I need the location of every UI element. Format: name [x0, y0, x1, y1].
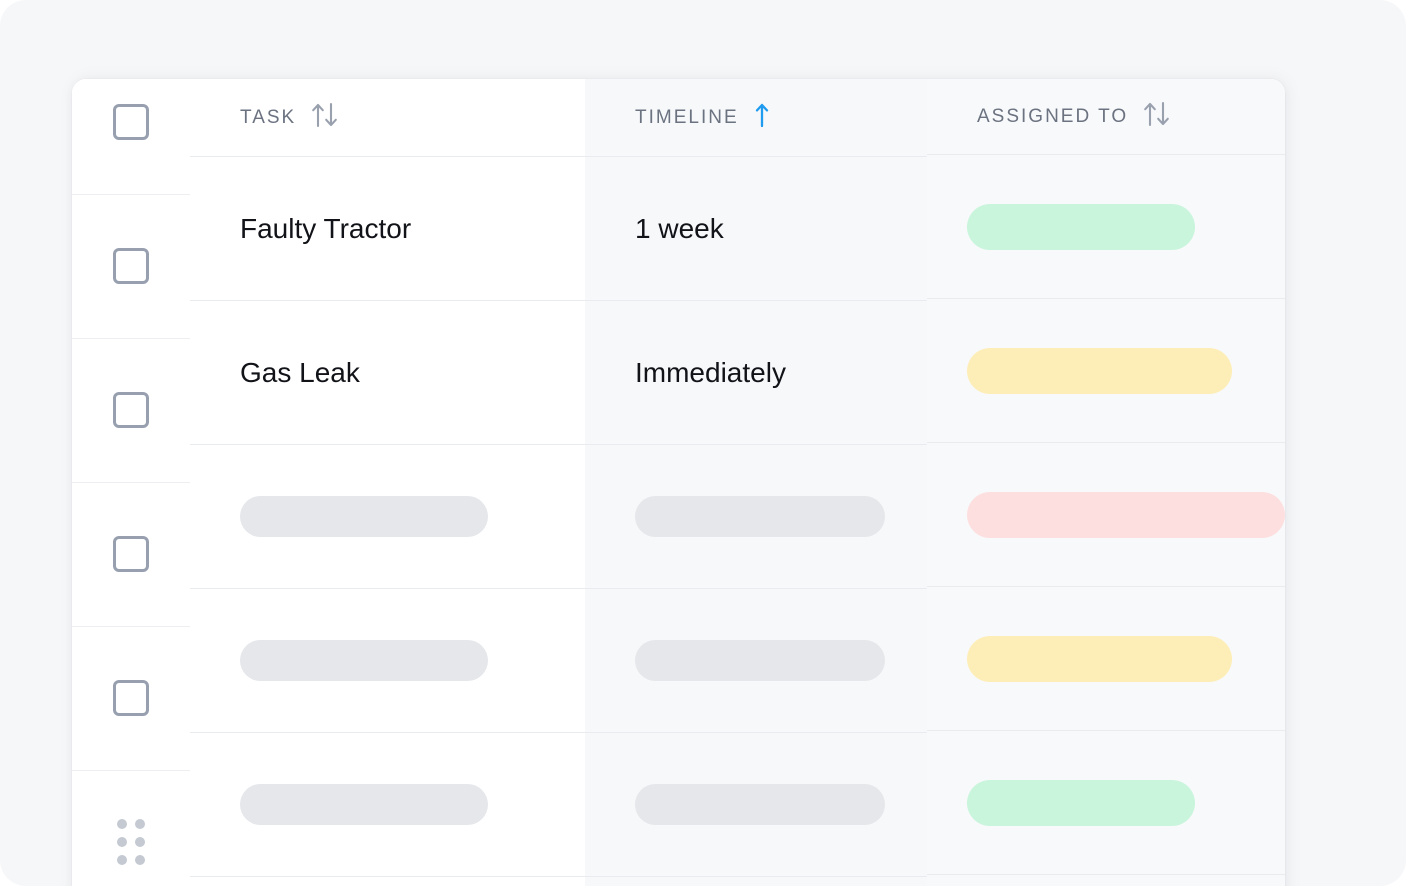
- task-placeholder-bar: [240, 640, 488, 681]
- task-table-card: TASK TIMELINE ASSIGNED TO Faulty Tractor…: [72, 79, 1285, 886]
- task-name: Faulty Tractor: [240, 212, 412, 244]
- row-select-checkbox[interactable]: [113, 536, 149, 572]
- table-cell-timeline[interactable]: [585, 589, 927, 733]
- select-cell[interactable]: [72, 626, 190, 771]
- row-select-checkbox[interactable]: [113, 392, 149, 428]
- timeline-placeholder-bar: [635, 784, 885, 825]
- app-canvas: TASK TIMELINE ASSIGNED TO Faulty Tractor…: [0, 0, 1406, 886]
- timeline-placeholder-bar: [635, 496, 885, 537]
- task-name: Gas Leak: [240, 356, 360, 388]
- table-cell-timeline[interactable]: [585, 733, 927, 877]
- sort-both-icon[interactable]: [1142, 100, 1172, 133]
- column-header-assigned-to[interactable]: ASSIGNED TO: [927, 79, 1285, 155]
- table-cell-assigned-to[interactable]: [927, 731, 1285, 875]
- table-cell-timeline[interactable]: 1 week: [585, 157, 927, 301]
- table-cell-task[interactable]: [190, 445, 585, 589]
- task-table-grid: TASK TIMELINE ASSIGNED TO Faulty Tractor…: [190, 79, 1285, 886]
- assignee-pill[interactable]: [967, 491, 1285, 538]
- table-cell-timeline[interactable]: Immediately: [585, 301, 927, 445]
- column-header-label: TASK: [240, 106, 297, 128]
- column-header-timeline[interactable]: TIMELINE: [585, 79, 927, 157]
- table-cell-task[interactable]: Gas Leak: [190, 301, 585, 445]
- select-cell[interactable]: [72, 338, 190, 483]
- row-select-checkbox[interactable]: [113, 680, 149, 716]
- drag-dot: [117, 855, 127, 865]
- select-cell[interactable]: [72, 194, 190, 339]
- table-cell-assigned-to[interactable]: [927, 155, 1285, 299]
- assignee-pill[interactable]: [967, 779, 1195, 826]
- column-header-label: ASSIGNED TO: [977, 105, 1129, 127]
- assignee-pill[interactable]: [967, 203, 1195, 250]
- drag-dot: [135, 819, 145, 829]
- assignee-pill[interactable]: [967, 347, 1232, 394]
- table-cell-assigned-to[interactable]: [927, 443, 1285, 587]
- sort-both-icon[interactable]: [310, 101, 340, 134]
- drag-dot: [135, 837, 145, 847]
- task-placeholder-bar: [240, 496, 488, 537]
- select-cell[interactable]: [72, 770, 190, 886]
- timeline-value: Immediately: [635, 356, 786, 388]
- select-cell[interactable]: [72, 482, 190, 627]
- table-cell-task[interactable]: [190, 733, 585, 877]
- drag-dot: [117, 819, 127, 829]
- row-select-checkbox[interactable]: [113, 248, 149, 284]
- table-cell-assigned-to[interactable]: [927, 587, 1285, 731]
- drag-dot: [117, 837, 127, 847]
- row-select-column: [72, 79, 190, 886]
- task-placeholder-bar: [240, 784, 488, 825]
- column-header-task[interactable]: TASK: [190, 79, 585, 157]
- select-cell[interactable]: [72, 79, 190, 195]
- assignee-pill[interactable]: [967, 635, 1232, 682]
- select-all-checkbox[interactable]: [113, 104, 149, 140]
- table-cell-task[interactable]: Faulty Tractor: [190, 157, 585, 301]
- table-cell-task[interactable]: [190, 589, 585, 733]
- column-header-label: TIMELINE: [635, 106, 739, 128]
- table-cell-assigned-to[interactable]: [927, 299, 1285, 443]
- timeline-placeholder-bar: [635, 640, 885, 681]
- drag-dot: [135, 855, 145, 865]
- sort-ascending-icon[interactable]: [753, 101, 771, 134]
- table-cell-timeline[interactable]: [585, 445, 927, 589]
- timeline-value: 1 week: [635, 212, 724, 244]
- row-drag-handle[interactable]: [117, 819, 145, 865]
